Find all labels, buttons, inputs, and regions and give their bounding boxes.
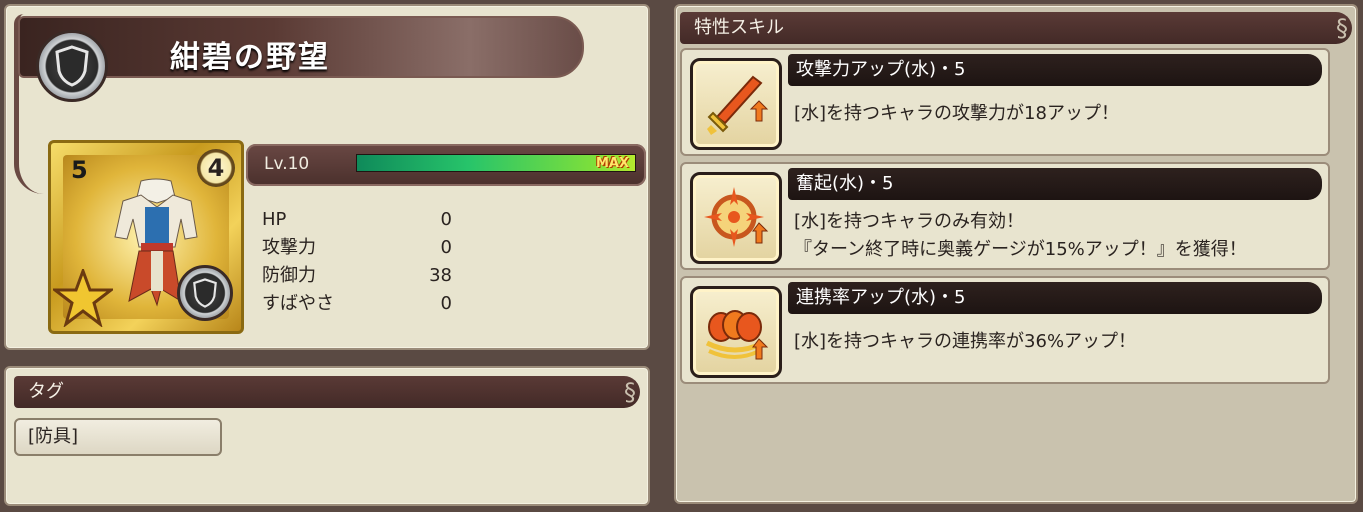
level-badge: 4 [197, 149, 235, 187]
tag-header-label: タグ [28, 381, 64, 402]
item-type-badge [36, 30, 108, 102]
level-gauge-fill [357, 155, 635, 171]
stat-row: すばやさ 0 [262, 290, 452, 318]
stat-label: 攻撃力 [262, 237, 316, 258]
skill-description-line: [水]を持つキャラのみ有効！ [794, 211, 1025, 232]
skill-description: [水]を持つキャラの攻撃力が18アップ！ [794, 100, 1119, 128]
skill-panel: 特性スキル § 攻撃力アップ(水)・5 [水]を持つキャラの攻撃力が18アップ！ [674, 4, 1358, 504]
burst-up-icon [690, 172, 782, 264]
swirl-ornament-icon: § [1336, 14, 1348, 42]
stat-value: 0 [440, 209, 452, 230]
level-gauge: MAX [356, 154, 636, 172]
stat-row: 防御力 38 [262, 262, 452, 290]
card-type-badge [177, 265, 233, 321]
stat-row: HP 0 [262, 206, 452, 234]
shield-icon [193, 278, 217, 308]
tag-header: タグ § [14, 376, 640, 408]
item-title: 紺碧の野望 [170, 40, 330, 75]
skill-name: 奮起(水)・5 [788, 168, 1322, 200]
skill-item[interactable]: 連携率アップ(水)・5 [水]を持つキャラの連携率が36%アップ！ [680, 276, 1330, 384]
tag-chip[interactable]: [防具] [14, 418, 222, 456]
level-bar: Lv.10 MAX [246, 144, 646, 186]
skill-header-label: 特性スキル [694, 17, 784, 38]
skill-description-line: [水]を持つキャラの連携率が36%アップ！ [794, 331, 1137, 352]
skill-name: 攻撃力アップ(水)・5 [788, 54, 1322, 86]
stat-value: 38 [429, 265, 452, 286]
max-label: MAX [595, 156, 629, 171]
stat-label: すばやさ [262, 293, 334, 314]
star-rarity-value: 5 [71, 156, 88, 184]
stat-label: HP [262, 209, 287, 230]
sword-up-icon [690, 58, 782, 150]
skill-item[interactable]: 攻撃力アップ(水)・5 [水]を持つキャラの攻撃力が18アップ！ [680, 48, 1330, 156]
skill-description-line: [水]を持つキャラの攻撃力が18アップ！ [794, 103, 1119, 124]
skill-item[interactable]: 奮起(水)・5 [水]を持つキャラのみ有効！ 『ターン終了時に奥義ゲージが15%… [680, 162, 1330, 270]
skill-description: [水]を持つキャラのみ有効！ 『ターン終了時に奥義ゲージが15%アップ！』を獲得… [794, 208, 1247, 264]
skill-description-line: 『ターン終了時に奥義ゲージが15%アップ！』を獲得！ [794, 239, 1247, 260]
skill-header: 特性スキル § [680, 12, 1352, 44]
star-rarity-icon [53, 269, 113, 327]
stat-row: 攻撃力 0 [262, 234, 452, 262]
skill-name: 連携率アップ(水)・5 [788, 282, 1322, 314]
tag-panel: タグ § [防具] [4, 366, 650, 506]
item-detail-panel: 紺碧の野望 4 5 Lv.10 MAX HP 0 攻撃力 0 防御力 38 すば… [4, 4, 650, 350]
chain-up-icon [690, 286, 782, 378]
level-label: Lv.10 [264, 154, 310, 174]
stats-list: HP 0 攻撃力 0 防御力 38 すばやさ 0 [262, 206, 452, 318]
item-card[interactable]: 4 5 [48, 140, 244, 334]
stat-label: 防御力 [262, 265, 316, 286]
swirl-ornament-icon: § [624, 378, 636, 406]
stat-value: 0 [440, 237, 452, 258]
stat-value: 0 [440, 293, 452, 314]
skill-description: [水]を持つキャラの連携率が36%アップ！ [794, 328, 1136, 356]
shield-icon [55, 45, 89, 87]
